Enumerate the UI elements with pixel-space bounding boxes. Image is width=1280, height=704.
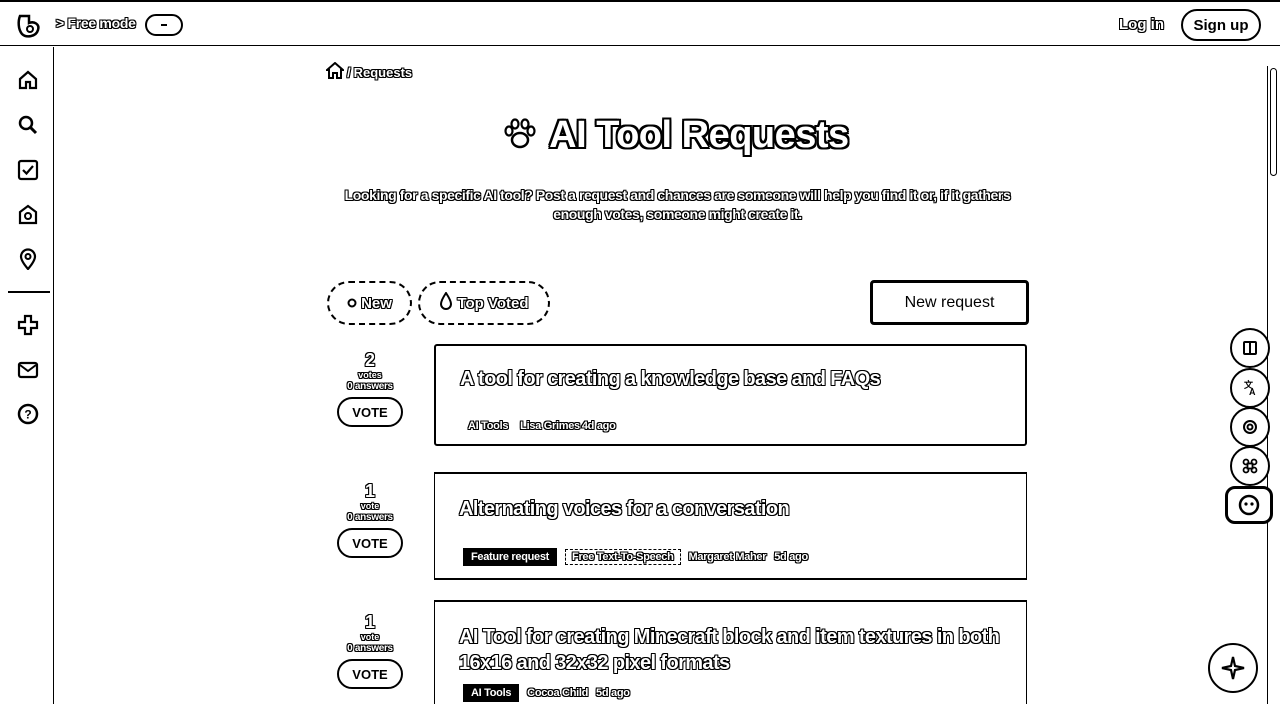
- answer-count: 0 answers: [347, 381, 393, 392]
- page-title-text: AI Tool Requests: [549, 114, 849, 156]
- vote-word: votes: [358, 370, 382, 380]
- answer-count: 0 answers: [347, 512, 393, 523]
- home-icon[interactable]: [16, 68, 40, 92]
- svg-text:?: ?: [24, 408, 31, 422]
- vote-count: 1: [364, 612, 375, 632]
- new-request-label: New request: [904, 293, 995, 311]
- tab-new-label: New: [361, 294, 392, 312]
- request-title[interactable]: AI Tool for creating Minecraft block and…: [459, 624, 1019, 676]
- top-bar: > Free mode Log in Sign up: [0, 0, 1280, 46]
- tab-top-voted[interactable]: Top Voted: [418, 281, 550, 325]
- paw-icon: [503, 118, 545, 154]
- command-icon[interactable]: [1230, 446, 1270, 486]
- free-mode-label: > Free mode: [56, 15, 136, 31]
- feature-request-badge[interactable]: Feature request: [463, 548, 558, 566]
- tool-tag[interactable]: Free Text-To-Speech: [565, 549, 681, 565]
- breadcrumb: / Requests: [324, 61, 413, 82]
- logo-icon[interactable]: [14, 11, 42, 39]
- location-pin-icon[interactable]: [16, 247, 40, 271]
- vote-button[interactable]: VOTE: [337, 659, 403, 689]
- free-mode-toggle[interactable]: [145, 14, 183, 36]
- post-age: 4d ago: [581, 420, 616, 432]
- vote-button[interactable]: VOTE: [337, 397, 403, 427]
- author-name[interactable]: Cocoa Child: [527, 687, 588, 699]
- category-tag[interactable]: AI Tools: [464, 419, 512, 433]
- face-icon[interactable]: [1225, 486, 1273, 524]
- post-age: 5d ago: [774, 551, 808, 563]
- vote-box: 1 vote 0 answers VOTE: [336, 612, 404, 689]
- request-card[interactable]: A tool for creating a knowledge base and…: [434, 344, 1027, 446]
- translate-icon[interactable]: 文A: [1230, 368, 1270, 408]
- vote-word: vote: [360, 632, 380, 642]
- droplet-icon: [439, 291, 453, 314]
- post-age: 5d ago: [596, 687, 630, 699]
- vote-word: vote: [360, 501, 380, 511]
- request-meta: AI Tools Cocoa Child 5d ago: [463, 684, 630, 702]
- help-icon[interactable]: ?: [16, 402, 40, 426]
- request-card[interactable]: AI Tool for creating Minecraft block and…: [434, 600, 1027, 704]
- page-title: AI Tool Requests: [0, 114, 1280, 157]
- sidebar-divider: [8, 291, 50, 293]
- tab-new[interactable]: New: [327, 281, 412, 325]
- vote-count: 2: [364, 350, 375, 370]
- sparkle-icon[interactable]: [1208, 643, 1258, 693]
- request-card[interactable]: Alternating voices for a conversation Fe…: [434, 472, 1027, 580]
- badge-icon[interactable]: [16, 203, 40, 227]
- fingerprint-icon[interactable]: [1230, 407, 1270, 447]
- new-icon: [347, 295, 357, 312]
- breadcrumb-separator: /: [347, 64, 351, 80]
- author-name[interactable]: Lisa Grimes: [520, 420, 580, 432]
- login-link[interactable]: Log in: [1119, 16, 1164, 33]
- request-title[interactable]: Alternating voices for a conversation: [459, 496, 790, 522]
- vote-box: 1 vote 0 answers VOTE: [336, 481, 404, 558]
- new-request-button[interactable]: New request: [870, 280, 1029, 325]
- request-title[interactable]: A tool for creating a knowledge base and…: [460, 366, 881, 392]
- plus-cross-icon[interactable]: [16, 313, 40, 337]
- checkbox-icon[interactable]: [16, 158, 40, 182]
- breadcrumb-current[interactable]: Requests: [354, 65, 413, 80]
- answer-count: 0 answers: [347, 643, 393, 654]
- request-meta: AI Tools Lisa Grimes 4d ago: [464, 419, 616, 433]
- vote-button[interactable]: VOTE: [337, 528, 403, 558]
- request-meta: Feature request Free Text-To-Speech Marg…: [463, 548, 808, 566]
- tab-top-voted-label: Top Voted: [457, 294, 529, 312]
- signup-button[interactable]: Sign up: [1181, 9, 1261, 41]
- page-subtitle: Looking for a specific AI tool? Post a r…: [344, 187, 1011, 222]
- vote-box: 2 votes 0 answers VOTE: [336, 350, 404, 427]
- svg-text:A: A: [1249, 387, 1256, 397]
- home-icon[interactable]: [324, 61, 346, 82]
- category-tag[interactable]: AI Tools: [463, 684, 520, 702]
- vote-count: 1: [364, 481, 375, 501]
- author-name[interactable]: Margaret Maher: [689, 551, 767, 563]
- book-icon[interactable]: [1230, 328, 1270, 368]
- mail-icon[interactable]: [16, 358, 40, 382]
